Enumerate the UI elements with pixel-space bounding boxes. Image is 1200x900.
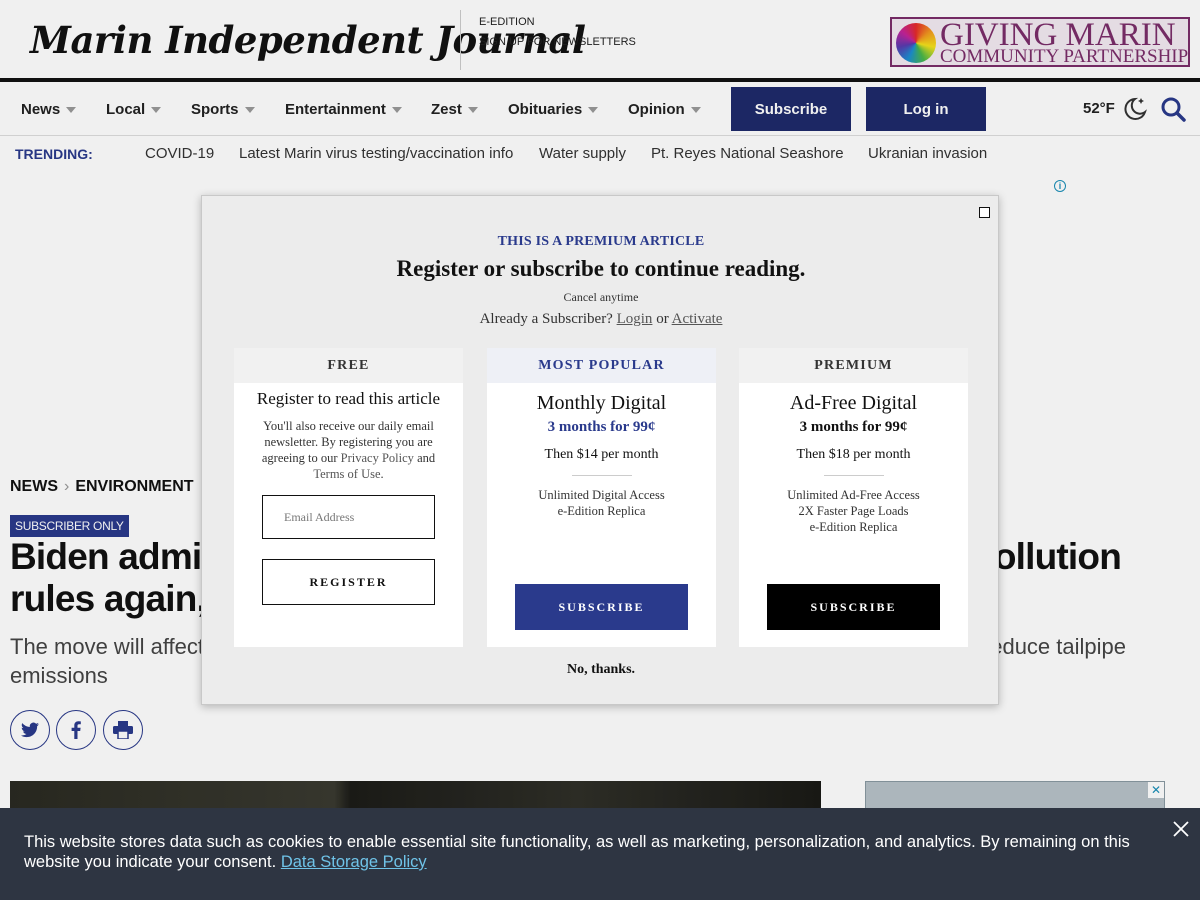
- plan-divider: [824, 475, 884, 476]
- modal-title: Register or subscribe to continue readin…: [396, 256, 806, 281]
- monthly-plan-name: Monthly Digital: [536, 392, 667, 414]
- existing-subscriber-line: Already a Subscriber? Login or Activate: [202, 311, 1000, 328]
- premium-card-header: PREMIUM: [739, 348, 968, 383]
- premium-plan-offer: 3 months for 99¢: [799, 419, 908, 435]
- plan-feature: e-Edition Replica: [809, 520, 898, 534]
- cookie-consent-bar: This website stores data such as cookies…: [0, 808, 1200, 900]
- cookie-text: This website stores data such as cookies…: [24, 833, 1130, 871]
- monthly-plan-features: Unlimited Digital Access e-Edition Repli…: [487, 487, 716, 519]
- plan-feature: Unlimited Digital Access: [538, 488, 665, 502]
- monthly-plan-offer: 3 months for 99¢: [547, 419, 656, 435]
- no-thanks-link[interactable]: No, thanks.: [202, 662, 1000, 678]
- free-card-title: Register to read this article: [256, 389, 441, 408]
- login-link[interactable]: Login: [617, 311, 653, 327]
- cookie-message: This website stores data such as cookies…: [24, 832, 1164, 872]
- close-icon[interactable]: [1172, 820, 1190, 838]
- monthly-plan-card: MOST POPULAR Monthly Digital 3 months fo…: [487, 348, 716, 647]
- data-storage-policy-link[interactable]: Data Storage Policy: [281, 853, 427, 871]
- monthly-card-header: MOST POPULAR: [487, 348, 716, 383]
- premium-plan-price: Then $18 per month: [796, 447, 911, 462]
- or-text: or: [656, 311, 669, 327]
- existing-subscriber-prompt: Already a Subscriber?: [479, 311, 613, 327]
- premium-plan-features: Unlimited Ad-Free Access 2X Faster Page …: [739, 487, 968, 535]
- premium-kicker: THIS IS A PREMIUM ARTICLE: [497, 234, 705, 249]
- free-card-header: FREE: [234, 348, 463, 383]
- activate-link[interactable]: Activate: [672, 311, 723, 327]
- monthly-subscribe-button[interactable]: SUBSCRIBE: [515, 584, 688, 630]
- plan-divider: [572, 475, 632, 476]
- paywall-modal: THIS IS A PREMIUM ARTICLE Register or su…: [201, 195, 999, 705]
- free-card-body: You'll also receive our daily email news…: [254, 418, 443, 482]
- terms-of-use-link[interactable]: Terms of Use: [313, 467, 380, 481]
- cancel-anytime-note: Cancel anytime: [563, 290, 639, 304]
- register-button[interactable]: REGISTER: [262, 559, 435, 605]
- plan-feature: 2X Faster Page Loads: [798, 504, 909, 518]
- premium-plan-name: Ad-Free Digital: [789, 392, 918, 414]
- modal-close-button[interactable]: [979, 207, 990, 218]
- premium-subscribe-button[interactable]: SUBSCRIBE: [767, 584, 940, 630]
- monthly-plan-price: Then $14 per month: [544, 447, 659, 462]
- plan-feature: Unlimited Ad-Free Access: [787, 488, 920, 502]
- free-body-text: and: [413, 451, 436, 465]
- plan-feature: e-Edition Replica: [557, 504, 646, 518]
- email-address-input[interactable]: [262, 495, 435, 539]
- privacy-policy-link[interactable]: Privacy Policy: [341, 451, 414, 465]
- free-body-text: .: [380, 467, 384, 481]
- premium-plan-card: PREMIUM Ad-Free Digital 3 months for 99¢…: [739, 348, 968, 647]
- free-plan-card: FREE Register to read this article You'l…: [234, 348, 463, 647]
